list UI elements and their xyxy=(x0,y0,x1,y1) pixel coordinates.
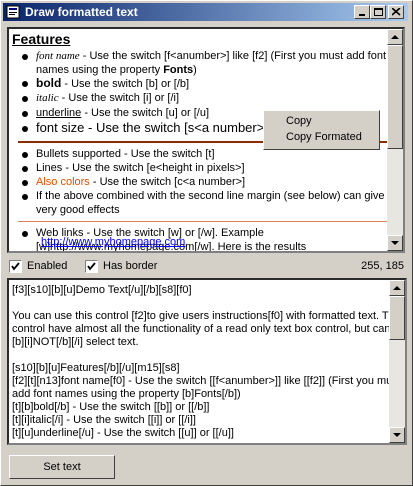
arrow-up-icon xyxy=(393,286,401,290)
minimize-button[interactable] xyxy=(354,5,370,19)
checkmark-icon xyxy=(11,262,20,271)
context-menu: Copy Copy Formated xyxy=(263,110,380,150)
title-bar[interactable]: Draw formatted text xyxy=(3,3,408,21)
source-line: [t][i]italic[/i] - Use the switch [[i]] … xyxy=(12,414,196,426)
main-window: Draw formatted text Features font name -… xyxy=(0,0,413,486)
source-line: add font names using the property [b]Fon… xyxy=(12,388,241,400)
preview-item-colors: Also colors - Use the switch [c<a number… xyxy=(36,176,246,188)
source-line: [f3][s10][b][u]Demo Text[/u][/b][s8][f0] xyxy=(12,284,192,296)
bullet-icon xyxy=(22,194,28,200)
bullet-icon xyxy=(22,111,28,117)
preview-heading: Features xyxy=(12,31,71,47)
window-title: Draw formatted text xyxy=(25,5,138,19)
coordinates-readout: 255, 185 xyxy=(361,260,404,272)
close-icon xyxy=(392,8,401,16)
scroll-up-button[interactable] xyxy=(387,29,403,45)
preview-weblink[interactable]: http://www.myhomepage.com xyxy=(41,236,185,248)
arrow-down-icon xyxy=(391,241,399,245)
bullet-icon xyxy=(22,166,28,172)
source-line: [t][u]underline[/u] - Use the switch [[u… xyxy=(12,427,234,439)
divider-line-thin xyxy=(18,221,390,222)
bullet-icon xyxy=(22,96,28,102)
app-icon xyxy=(6,5,20,19)
preview-item-bullets: Bullets supported - Use the switch [t] xyxy=(36,148,215,160)
source-line: [f2][t][n13]font name[f0] - Use the swit… xyxy=(12,375,401,387)
maximize-button[interactable] xyxy=(370,5,386,19)
has-border-label: Has border xyxy=(103,260,158,272)
set-text-button[interactable]: Set text xyxy=(9,455,115,479)
bullet-icon xyxy=(22,231,28,237)
preview-item-lines: Lines - Use the switch [e<height in pixe… xyxy=(36,162,245,174)
scroll-up-button[interactable] xyxy=(389,280,405,296)
preview-item-combined-cont: very good effects xyxy=(36,204,120,216)
menu-item-copy[interactable]: Copy xyxy=(286,115,312,127)
scroll-thumb[interactable] xyxy=(387,45,403,149)
close-button[interactable] xyxy=(388,5,404,19)
bullet-icon xyxy=(22,126,28,132)
bullet-icon xyxy=(22,81,28,87)
bullet-icon xyxy=(22,152,28,158)
preview-item-font-name: font name - Use the switch [f<anumber>] … xyxy=(36,50,386,62)
source-text-input[interactable]: [f3][s10][b][u]Demo Text[/u][/b][s8][f0]… xyxy=(7,278,407,445)
preview-item-combined: If the above combined with the second li… xyxy=(36,190,385,202)
scroll-thumb[interactable] xyxy=(389,296,405,340)
maximize-icon xyxy=(374,8,383,16)
arrow-up-icon xyxy=(391,35,399,39)
source-line: control have almost all the functionalit… xyxy=(12,323,391,335)
source-scrollbar[interactable] xyxy=(389,280,405,443)
source-line: You can use this control [f2]to give use… xyxy=(12,310,403,322)
preview-item-bold: bold - Use the switch [b] or [/b] xyxy=(36,76,190,91)
minimize-icon xyxy=(359,14,365,16)
preview-scrollbar[interactable] xyxy=(387,29,403,251)
arrow-down-icon xyxy=(393,433,401,437)
source-line: [b][i]NOT[/b][/i] select text. xyxy=(12,336,139,348)
enabled-label: Enabled xyxy=(27,260,68,272)
source-line: [s10][b][u]Features[/b][/u][m15][s8] xyxy=(12,362,180,374)
bullet-icon xyxy=(22,180,28,186)
checkmark-icon xyxy=(87,262,96,271)
source-line: [t][b]bold[/b] - Use the switch [[b]] or… xyxy=(12,401,210,413)
scroll-down-button[interactable] xyxy=(389,427,405,443)
menu-item-copy-formated[interactable]: Copy Formated xyxy=(286,131,362,143)
bullet-icon xyxy=(22,54,28,60)
preview-item-italic: italic - Use the switch [i] or [/i] xyxy=(36,92,180,104)
preview-item-underline: underline - Use the switch [u] or [/u] xyxy=(36,107,210,119)
scroll-down-button[interactable] xyxy=(387,235,403,251)
